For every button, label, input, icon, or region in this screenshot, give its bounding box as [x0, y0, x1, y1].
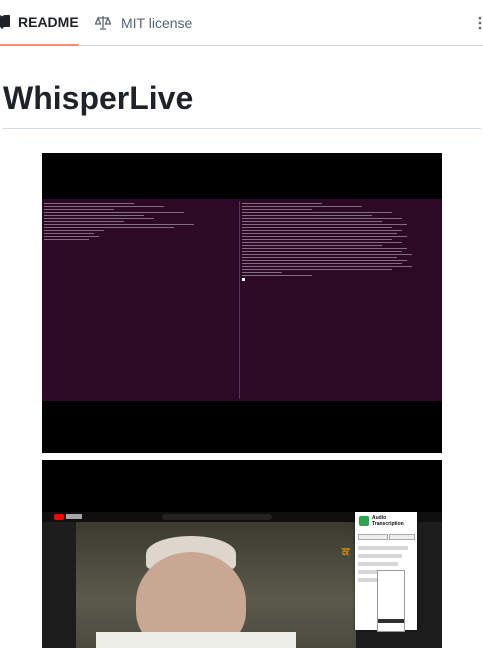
- heading-divider: [3, 128, 481, 129]
- terminal-pane-right: [239, 201, 440, 399]
- book-icon: [0, 15, 10, 29]
- scale-icon: [95, 15, 111, 30]
- video-frame: [76, 522, 356, 648]
- hindi-caption-glyph: ਕ: [342, 546, 350, 558]
- search-bar: [162, 514, 272, 520]
- youtube-logo-icon: [54, 514, 64, 520]
- terminal-pane-left: [44, 201, 237, 399]
- tab-readme-label: README: [18, 14, 79, 30]
- browser-extension-demo-image: ਕ Audio Transcription: [42, 460, 442, 648]
- language-dropdown: [377, 570, 405, 632]
- tab-mit-license[interactable]: MIT license: [95, 0, 192, 45]
- extension-logo-icon: [359, 516, 369, 526]
- readme-heading: WhisperLive: [3, 80, 194, 116]
- terminal-window: [42, 199, 442, 401]
- readme-tab-bar: README MIT license: [0, 0, 483, 46]
- kebab-horizontal-icon[interactable]: [477, 13, 483, 33]
- tab-mit-license-label: MIT license: [121, 14, 193, 31]
- tab-readme[interactable]: README: [0, 0, 79, 46]
- terminal-demo-image: [42, 153, 442, 453]
- popup-title: Audio Transcription: [372, 515, 404, 527]
